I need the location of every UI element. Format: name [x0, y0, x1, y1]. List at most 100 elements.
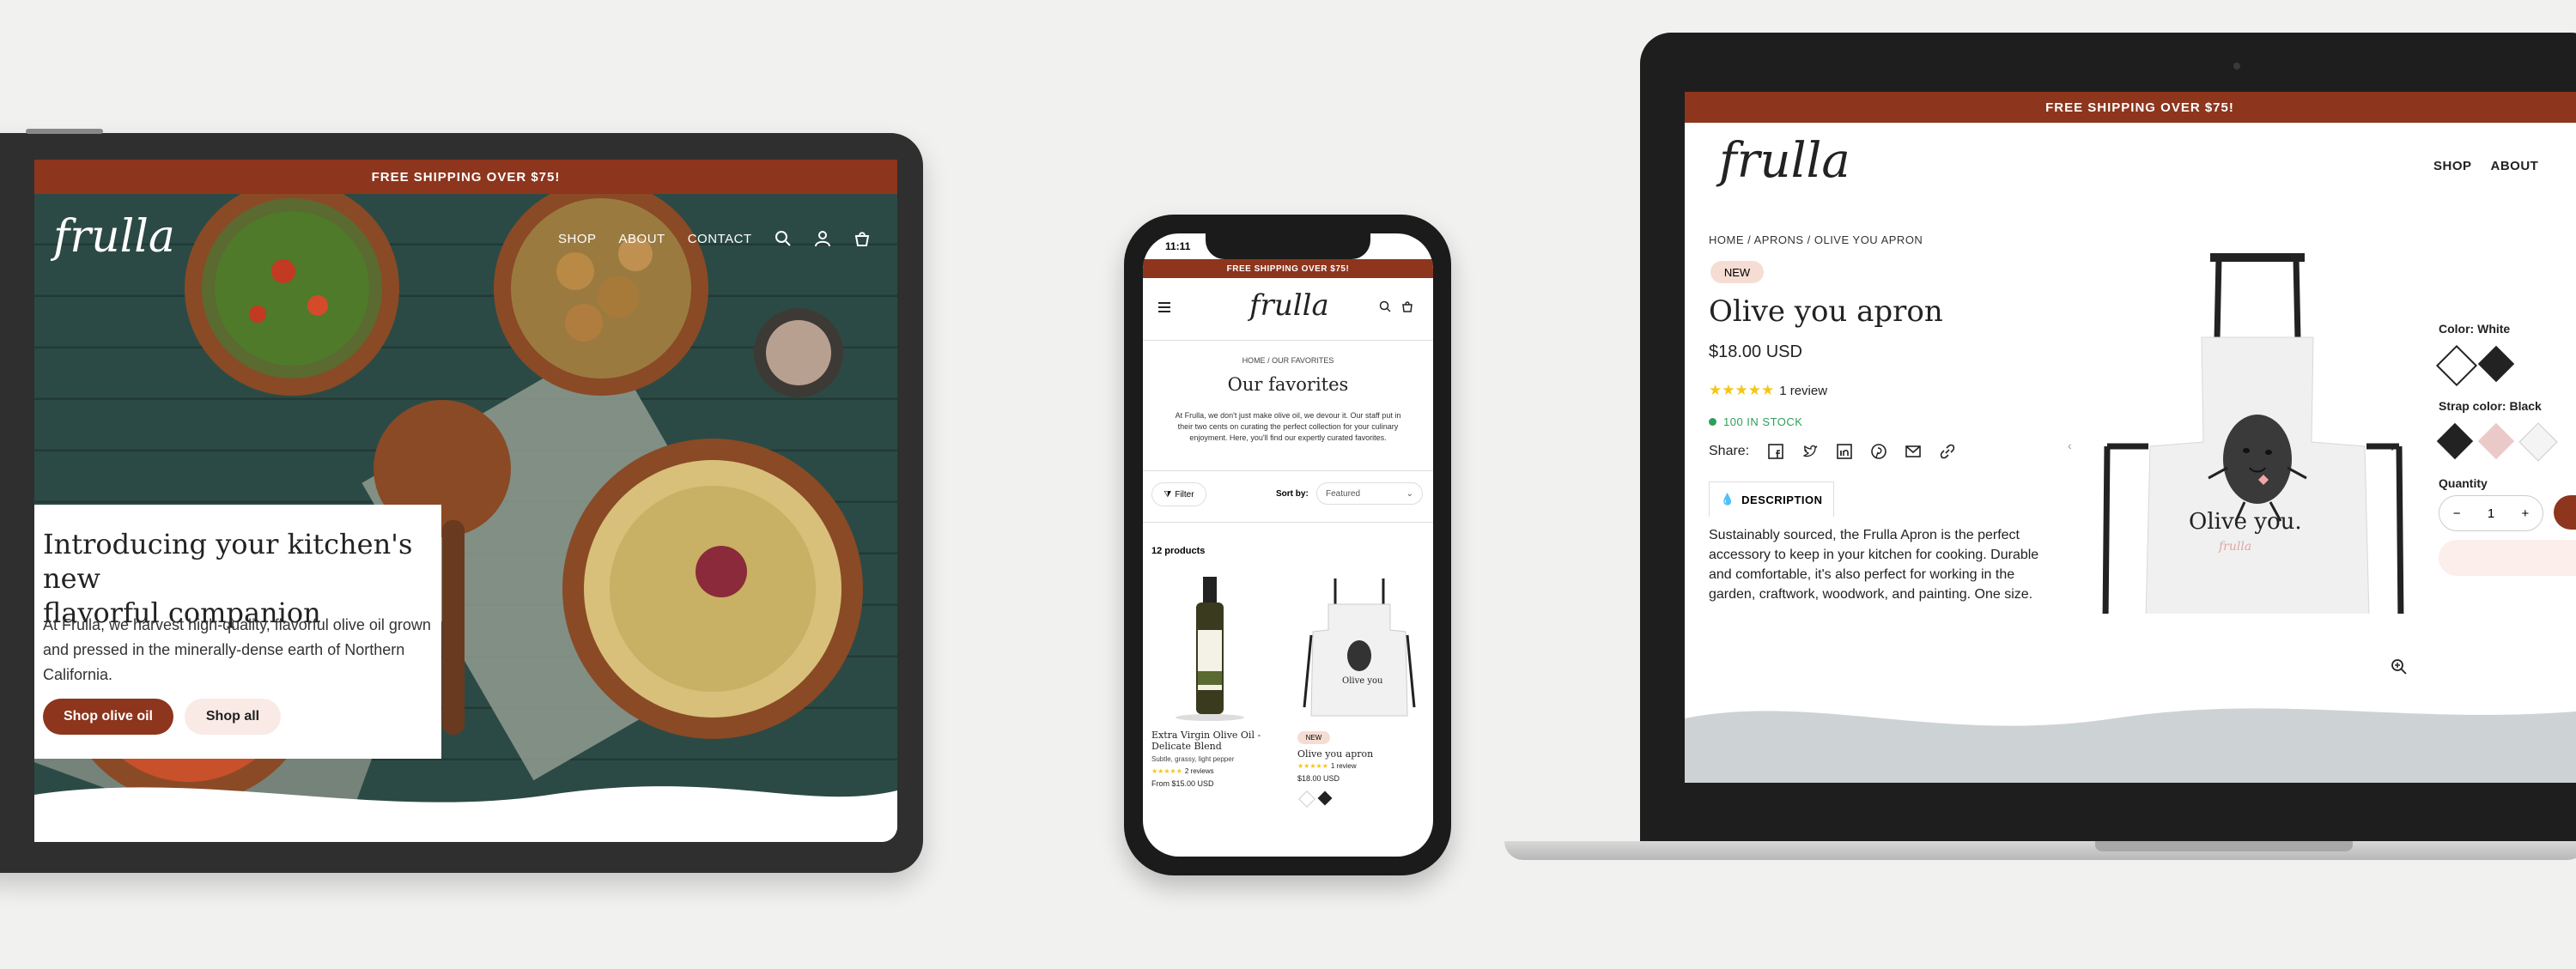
chevron-left-icon[interactable]: ‹: [2068, 439, 2072, 452]
nav-about[interactable]: ABOUT: [2491, 159, 2539, 173]
stock-status: 100 IN STOCK: [1709, 415, 1802, 428]
camera-dot: [2233, 63, 2240, 70]
chevron-right-icon[interactable]: ›: [2391, 437, 2397, 457]
search-icon[interactable]: [775, 230, 792, 247]
strap-swatch-pink[interactable]: [2477, 422, 2515, 460]
logo[interactable]: frulla: [1249, 288, 1329, 323]
nav-contact[interactable]: CONTACT: [688, 232, 752, 246]
strap-swatch-black[interactable]: [2436, 422, 2474, 460]
product-title: Olive you apron: [1709, 294, 1943, 329]
product-title[interactable]: Extra Virgin Olive Oil - Delicate Blend: [1151, 730, 1261, 752]
product-rating: ★★★★★ 1 review: [1709, 382, 1827, 399]
nav-about[interactable]: ABOUT: [619, 232, 665, 246]
quantity-stepper[interactable]: − 1 +: [2439, 495, 2543, 531]
divider: [1143, 470, 1433, 471]
breadcrumb: HOME / APRONS / OLIVE YOU APRON: [1709, 233, 1923, 246]
account-icon[interactable]: [814, 230, 831, 247]
stock-dot-icon: [1709, 418, 1716, 426]
menu-icon[interactable]: [1158, 302, 1170, 312]
strap-swatch-white[interactable]: [2518, 422, 2558, 462]
chevron-down-icon: ⌄: [1406, 488, 1413, 499]
swatch-black[interactable]: [1317, 790, 1333, 806]
email-icon[interactable]: [1905, 444, 1921, 459]
link-icon[interactable]: [1940, 444, 1955, 459]
intro-text: At Frulla, we don't just make olive oil,…: [1155, 410, 1421, 444]
filter-label: Filter: [1175, 489, 1194, 500]
product-title-line: Extra Virgin Olive Oil -: [1151, 730, 1261, 741]
twitter-icon[interactable]: [1802, 444, 1818, 459]
sort-select[interactable]: Featured ⌄: [1316, 482, 1423, 505]
star-rating-icon: ★★★★★: [1709, 382, 1775, 398]
product-card-image[interactable]: [1151, 570, 1282, 724]
pinterest-icon[interactable]: [1871, 444, 1886, 459]
status-time: 11:11: [1165, 240, 1191, 252]
page-title: Our favorites: [1227, 374, 1349, 395]
description-line: accessory to keep in your kitchen for co…: [1709, 548, 2039, 562]
new-badge: NEW: [1297, 731, 1330, 744]
product-title-line: Delicate Blend: [1151, 741, 1222, 752]
buy-now-button[interactable]: B: [2439, 540, 2576, 576]
apron-signature: frulla: [2219, 540, 2252, 554]
logo[interactable]: frulla: [1719, 133, 1850, 189]
star-rating-icon: ★★★★★: [1297, 762, 1328, 770]
plus-icon[interactable]: +: [2522, 506, 2530, 521]
intro-line: enjoyment. Here, you'll find our expertl…: [1189, 433, 1387, 442]
star-rating-icon: ★★★★★: [1151, 767, 1182, 775]
zoom-icon[interactable]: [2391, 658, 2408, 675]
search-icon[interactable]: [1379, 300, 1391, 312]
product-price: $18.00 USD: [1297, 774, 1340, 783]
shop-all-button[interactable]: Shop all: [185, 699, 281, 735]
swatch-white[interactable]: [1298, 790, 1315, 808]
cart-icon[interactable]: [854, 230, 871, 247]
minus-icon[interactable]: −: [2453, 506, 2461, 521]
linkedin-icon[interactable]: [1837, 444, 1852, 459]
swatch-black[interactable]: [2477, 345, 2515, 383]
description-line: garden, craftwork, woodwork, and paintin…: [1709, 587, 2033, 602]
facebook-icon[interactable]: [1768, 444, 1783, 459]
tab-description-label: DESCRIPTION: [1741, 493, 1823, 506]
add-to-cart-button[interactable]: [2554, 495, 2576, 530]
wave-divider: [34, 786, 897, 842]
apron-image: [1303, 578, 1416, 717]
nav-shop[interactable]: SHOP: [558, 232, 597, 246]
phone-screen: 11:11 FREE SHIPPING OVER $75! frulla HOM…: [1143, 233, 1433, 857]
shop-olive-oil-button[interactable]: Shop olive oil: [43, 699, 173, 735]
drop-icon: 💧: [1720, 493, 1735, 506]
new-badge: NEW: [1710, 261, 1764, 283]
tab-description[interactable]: 💧 DESCRIPTION: [1709, 481, 1834, 517]
filter-button[interactable]: ⧩ Filter: [1151, 482, 1206, 506]
hero-body-line: At Frulla, we harvest high-quality, flav…: [43, 616, 431, 633]
product-rating: ★★★★★ 1 review: [1297, 762, 1357, 770]
cart-icon[interactable]: [1401, 300, 1413, 312]
product-title[interactable]: Olive you apron: [1297, 748, 1373, 760]
announcement-bar: FREE SHIPPING OVER $75!: [34, 160, 897, 194]
olive-oil-bottle-image: [1176, 577, 1244, 721]
product-subtitle: Subtle, grassy, light pepper: [1151, 755, 1235, 763]
review-count: 1 review: [1330, 762, 1357, 770]
intro-line: At Frulla, we don't just make olive oil,…: [1175, 411, 1401, 420]
product-price: From $15.00 USD: [1151, 779, 1214, 788]
product-image[interactable]: [2081, 253, 2442, 614]
strap-color-label: Strap color: Black: [2439, 399, 2542, 413]
laptop-notch: [2095, 841, 2353, 851]
product-card-image[interactable]: [1294, 570, 1425, 724]
filter-icon: ⧩: [1163, 489, 1172, 500]
nav-shop[interactable]: SHOP: [2433, 159, 2472, 173]
logo[interactable]: frulla: [53, 211, 175, 263]
apron-print-text: Olive you: [1342, 676, 1383, 686]
breadcrumb: HOME / OUR FAVORITES: [1242, 356, 1334, 365]
divider: [1143, 522, 1433, 523]
apron-image: [2102, 253, 2404, 614]
hero-body-line: and pressed in the minerally-dense earth…: [43, 641, 405, 658]
wave-divider: [1685, 708, 2576, 783]
apron-print-text: Olive you.: [2189, 509, 2302, 535]
laptop-screen: FREE SHIPPING OVER $75! frulla SHOP ABOU…: [1685, 92, 2576, 783]
hero-headline-line: Introducing your kitchen's new: [43, 528, 413, 595]
hero-card: Introducing your kitchen's new flavorful…: [34, 505, 441, 759]
laptop-base: [1504, 841, 2576, 860]
quantity-label: Quantity: [2439, 476, 2488, 490]
description-line: and comfortable, it's also perfect for w…: [1709, 567, 2015, 582]
swatch-white[interactable]: [2435, 344, 2478, 387]
phone-notch: [1206, 230, 1370, 259]
review-count[interactable]: 1 review: [1779, 384, 1827, 398]
